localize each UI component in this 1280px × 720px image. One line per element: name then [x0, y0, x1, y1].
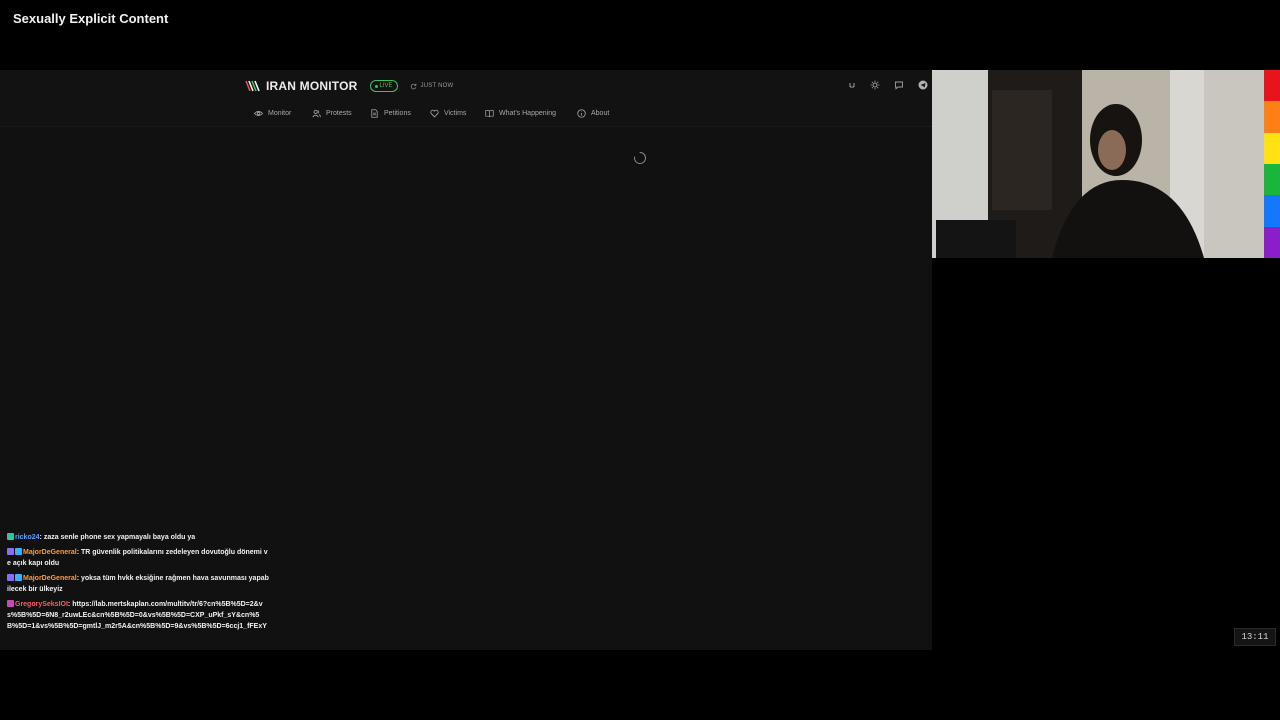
nav-item-label: About	[591, 109, 610, 117]
heart-icon	[430, 109, 439, 118]
rainbow-stripe	[1264, 70, 1280, 258]
document-icon	[371, 108, 378, 118]
content-warning-label: Sexually Explicit Content	[7, 7, 175, 31]
nav-item-protests[interactable]: Protests	[312, 106, 352, 120]
brand[interactable]: IRAN MONITOR LIVE JUST NOW	[244, 77, 453, 95]
nav-item-monitor[interactable]: Monitor	[254, 106, 291, 120]
nav-item-victims[interactable]: Victims	[430, 106, 466, 120]
nav-item-label: Monitor	[268, 109, 292, 117]
eye-icon	[254, 110, 263, 116]
nav-item-label: Protests	[326, 109, 352, 117]
stream-frame: IRAN MONITOR LIVE JUST NOW Monitor Prote…	[0, 0, 1280, 720]
people-icon	[312, 109, 321, 117]
chat-overlay: ricko24: zaza senle phone sex yapmayalı …	[7, 532, 269, 636]
update-status-label: JUST NOW	[420, 83, 454, 89]
language-toggle-icon[interactable]	[845, 78, 859, 92]
chat-text: zaza senle phone sex yapmayalı baya oldu…	[43, 534, 196, 541]
chat-username: ricko24	[15, 534, 40, 541]
chat-message: GregorySeksIOI: https://lab.mertskaplan.…	[7, 600, 267, 630]
chat-message: MajorDeGeneral: TR güvenlik politikaları…	[7, 548, 268, 567]
chat-message: MajorDeGeneral: yoksa tüm hvkk eksiğine …	[7, 574, 269, 593]
chat-message: ricko24: zaza senle phone sex yapmayalı …	[7, 532, 269, 543]
chat-username: MajorDeGeneral	[23, 549, 77, 556]
chat-username: GregorySeksIOI	[15, 601, 68, 608]
theme-toggle-icon[interactable]	[868, 78, 882, 92]
webcam-image	[932, 70, 1280, 258]
brand-name: IRAN MONITOR	[266, 79, 358, 93]
nav-item-whats-happening[interactable]: What's Happening	[485, 106, 556, 120]
nav-item-label: What's Happening	[499, 109, 556, 117]
brand-logo-icon	[245, 80, 260, 92]
update-status: JUST NOW	[410, 83, 454, 90]
chat-badge-icon	[7, 533, 14, 540]
live-badge-label: LIVE	[379, 83, 393, 89]
nav-item-label: Petitions	[384, 109, 411, 117]
chat-badge-icon	[7, 600, 14, 607]
chat-badge-icon	[15, 548, 22, 555]
info-icon	[577, 108, 586, 118]
main-nav: Monitor Protests Petitions Victims What'…	[0, 100, 932, 127]
nav-item-about[interactable]: About	[577, 106, 609, 120]
live-badge: LIVE	[369, 80, 398, 92]
loading-spinner-icon	[634, 152, 646, 164]
chat-badge-icon	[7, 548, 14, 555]
telegram-icon[interactable]	[916, 78, 930, 92]
nav-item-label: Victims	[444, 109, 467, 117]
refresh-icon	[410, 83, 416, 89]
chat-username: MajorDeGeneral	[23, 575, 77, 582]
stream-clock: 13:11	[1234, 628, 1276, 646]
nav-item-petitions[interactable]: Petitions	[370, 106, 411, 120]
chat-badge-icon	[7, 574, 14, 581]
book-icon	[485, 109, 494, 117]
webcam-feed	[932, 70, 1280, 258]
top-bar: IRAN MONITOR LIVE JUST NOW	[0, 70, 932, 101]
live-dot-icon	[374, 84, 378, 88]
chat-icon[interactable]	[892, 78, 906, 92]
chat-badge-icon	[15, 574, 22, 581]
